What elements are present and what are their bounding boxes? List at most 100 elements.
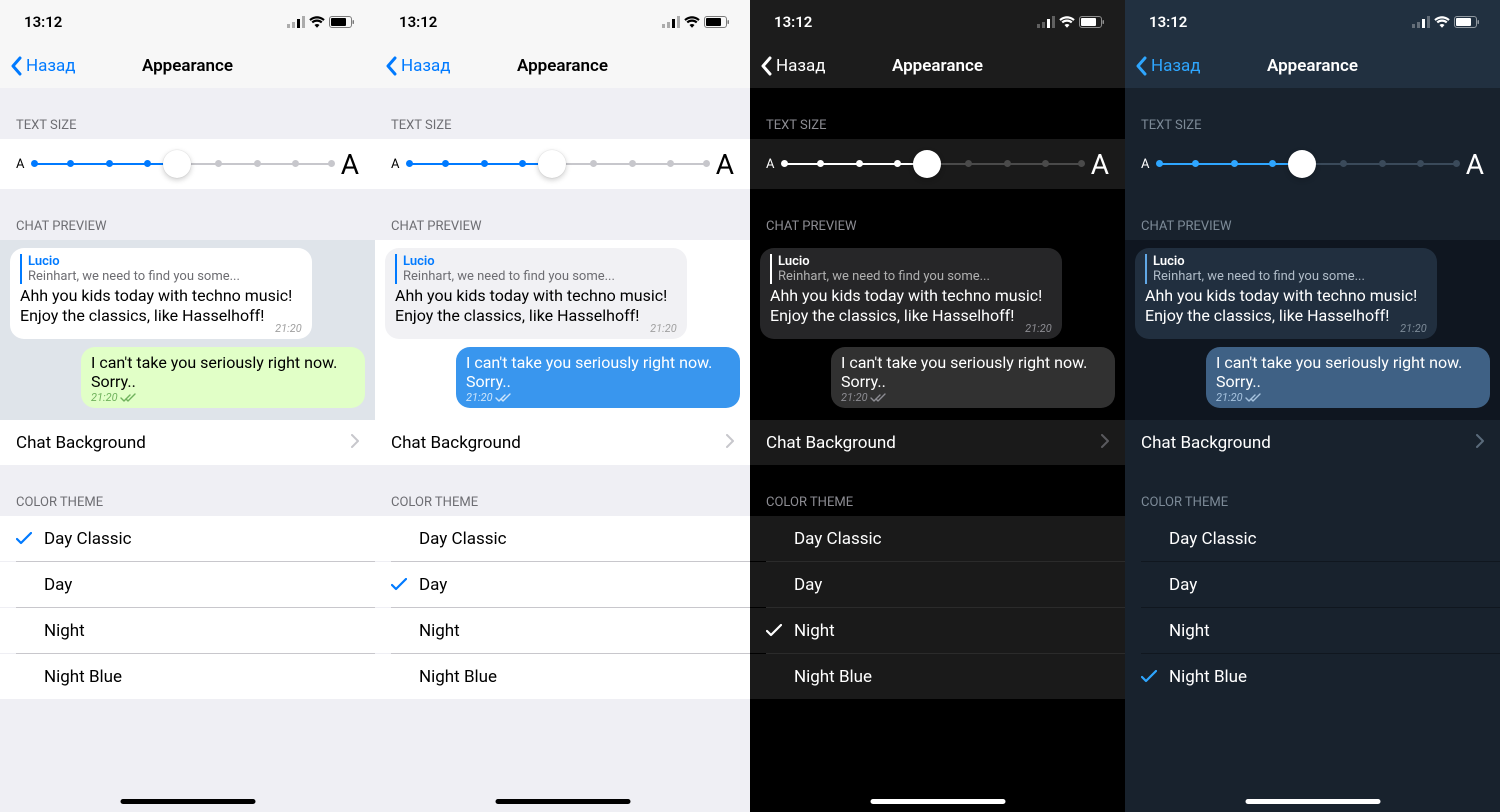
home-indicator <box>495 799 630 804</box>
theme-option-0[interactable]: Day Classic <box>750 516 1125 561</box>
section-chat-preview: CHAT PREVIEW <box>0 189 375 240</box>
theme-option-3[interactable]: Night Blue <box>750 654 1125 699</box>
outgoing-message: I can't take you seriously right now. So… <box>831 347 1115 408</box>
reply-name: Lucio <box>28 254 302 269</box>
section-color-theme: COLOR THEME <box>750 465 1125 516</box>
section-text-size: TEXT SIZE <box>375 88 750 139</box>
home-indicator <box>1245 799 1380 804</box>
status-icons <box>662 16 730 28</box>
text-size-slider[interactable] <box>784 150 1080 178</box>
chat-background-label: Chat Background <box>391 433 521 453</box>
theme-option-0[interactable]: Day Classic <box>1125 516 1500 561</box>
content: TEXT SIZE A A CHAT PREVIEW Lucio Reinhar… <box>375 88 750 812</box>
status-bar: 13:12 <box>1125 0 1500 44</box>
text-size-slider[interactable] <box>34 150 330 178</box>
section-text-size: TEXT SIZE <box>1125 88 1500 139</box>
theme-label: Day Classic <box>44 529 132 549</box>
section-color-theme: COLOR THEME <box>0 465 375 516</box>
nav-bar: Назад Appearance <box>0 44 375 88</box>
nav-bar: Назад Appearance <box>375 44 750 88</box>
theme-label: Day <box>794 575 822 595</box>
check-icon <box>766 624 794 637</box>
reply-text: Reinhart, we need to find you some... <box>403 269 677 284</box>
nav-bar: Назад Appearance <box>750 44 1125 88</box>
outgoing-time: 21:20 <box>841 391 1105 404</box>
reply-text: Reinhart, we need to find you some... <box>1153 269 1427 284</box>
reply-name: Lucio <box>1153 254 1427 269</box>
theme-option-2[interactable]: Night <box>0 608 375 653</box>
theme-option-0[interactable]: Day Classic <box>0 516 375 561</box>
theme-option-2[interactable]: Night <box>1125 608 1500 653</box>
theme-label: Day <box>1169 575 1197 595</box>
chat-preview: Lucio Reinhart, we need to find you some… <box>0 240 375 420</box>
outgoing-text: I can't take you seriously right now. So… <box>466 353 730 391</box>
reply-name: Lucio <box>403 254 677 269</box>
theme-option-2[interactable]: Night <box>750 608 1125 653</box>
back-label: Назад <box>26 56 76 76</box>
theme-label: Night <box>1169 621 1210 641</box>
section-chat-preview: CHAT PREVIEW <box>1125 189 1500 240</box>
text-size-slider[interactable] <box>409 150 705 178</box>
check-icon <box>391 578 419 591</box>
status-time: 13:12 <box>1149 13 1187 31</box>
check-icon <box>1141 670 1169 683</box>
big-a-label: A <box>1466 148 1484 181</box>
chat-background-label: Chat Background <box>16 433 146 453</box>
section-color-theme: COLOR THEME <box>375 465 750 516</box>
chat-background-label: Chat Background <box>1141 433 1271 453</box>
chat-background-row[interactable]: Chat Background <box>375 420 750 465</box>
theme-option-0[interactable]: Day Classic <box>375 516 750 561</box>
text-size-slider-cell: A A <box>0 139 375 189</box>
content: TEXT SIZE A A CHAT PREVIEW Lucio Reinhar… <box>1125 88 1500 812</box>
theme-option-3[interactable]: Night Blue <box>0 654 375 699</box>
incoming-message: Lucio Reinhart, we need to find you some… <box>760 248 1062 339</box>
big-a-label: A <box>716 148 734 181</box>
incoming-text: Ahh you kids today with techno music! En… <box>1145 286 1427 326</box>
chat-preview: Lucio Reinhart, we need to find you some… <box>750 240 1125 420</box>
small-a-label: A <box>766 157 774 172</box>
back-button[interactable]: Назад <box>10 56 76 76</box>
text-size-slider-cell: A A <box>375 139 750 189</box>
status-time: 13:12 <box>399 13 437 31</box>
chat-background-row[interactable]: Chat Background <box>750 420 1125 465</box>
chat-preview: Lucio Reinhart, we need to find you some… <box>375 240 750 420</box>
chat-background-label: Chat Background <box>766 433 896 453</box>
chat-background-row[interactable]: Chat Background <box>0 420 375 465</box>
outgoing-time: 21:20 <box>1216 391 1480 404</box>
theme-option-1[interactable]: Day <box>375 562 750 607</box>
outgoing-time: 21:20 <box>91 391 355 404</box>
incoming-message: Lucio Reinhart, we need to find you some… <box>385 248 687 339</box>
status-icons <box>287 16 355 28</box>
theme-option-2[interactable]: Night <box>375 608 750 653</box>
theme-option-1[interactable]: Day <box>750 562 1125 607</box>
theme-label: Night <box>794 621 835 641</box>
theme-label: Night <box>44 621 85 641</box>
incoming-message: Lucio Reinhart, we need to find you some… <box>10 248 312 339</box>
theme-option-3[interactable]: Night Blue <box>375 654 750 699</box>
theme-option-1[interactable]: Day <box>1125 562 1500 607</box>
outgoing-message: I can't take you seriously right now. So… <box>456 347 740 408</box>
back-button[interactable]: Назад <box>1135 56 1201 76</box>
theme-option-3[interactable]: Night Blue <box>1125 654 1500 699</box>
theme-label: Night Blue <box>794 667 872 687</box>
status-bar: 13:12 <box>375 0 750 44</box>
incoming-text: Ahh you kids today with techno music! En… <box>770 286 1052 326</box>
back-button[interactable]: Назад <box>385 56 451 76</box>
chevron-right-icon <box>351 433 359 453</box>
theme-label: Night Blue <box>1169 667 1247 687</box>
text-size-slider[interactable] <box>1159 150 1455 178</box>
theme-label: Night <box>419 621 460 641</box>
big-a-label: A <box>1091 148 1109 181</box>
chevron-right-icon <box>1101 433 1109 453</box>
back-button[interactable]: Назад <box>760 56 826 76</box>
chat-background-row[interactable]: Chat Background <box>1125 420 1500 465</box>
outgoing-text: I can't take you seriously right now. So… <box>1216 353 1480 391</box>
outgoing-text: I can't take you seriously right now. So… <box>91 353 355 391</box>
section-chat-preview: CHAT PREVIEW <box>750 189 1125 240</box>
theme-label: Night Blue <box>44 667 122 687</box>
small-a-label: A <box>391 157 399 172</box>
theme-label: Day <box>419 575 447 595</box>
status-icons <box>1037 16 1105 28</box>
theme-option-1[interactable]: Day <box>0 562 375 607</box>
section-text-size: TEXT SIZE <box>750 88 1125 139</box>
